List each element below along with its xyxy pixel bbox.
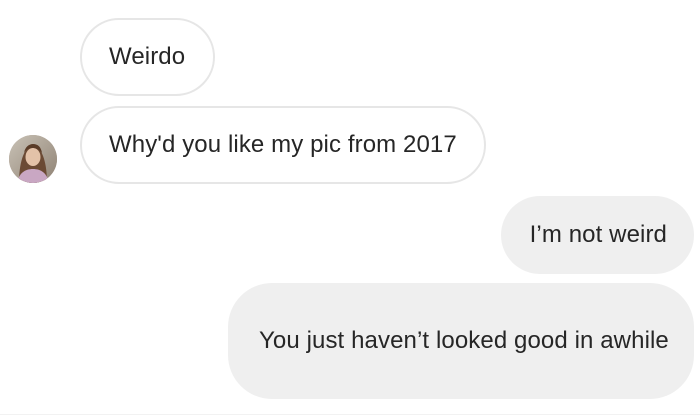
- divider: [0, 414, 700, 415]
- incoming-message-bubble[interactable]: Why'd you like my pic from 2017: [80, 106, 486, 184]
- avatar[interactable]: [9, 135, 57, 183]
- outgoing-message-bubble[interactable]: I’m not weird: [500, 196, 694, 274]
- outgoing-message-bubble[interactable]: You just haven’t looked good in awhile: [228, 283, 694, 399]
- profile-photo-icon: [9, 135, 57, 183]
- message-text: Why'd you like my pic from 2017: [109, 131, 457, 158]
- message-text: Weirdo: [109, 43, 186, 70]
- message-thread: Weirdo Why'd you like my pic from 2017 I…: [0, 0, 700, 417]
- incoming-message-bubble[interactable]: Weirdo: [80, 18, 216, 96]
- message-text: You just haven’t looked good in awhile: [259, 327, 669, 354]
- message-text: I’m not weird: [529, 221, 667, 248]
